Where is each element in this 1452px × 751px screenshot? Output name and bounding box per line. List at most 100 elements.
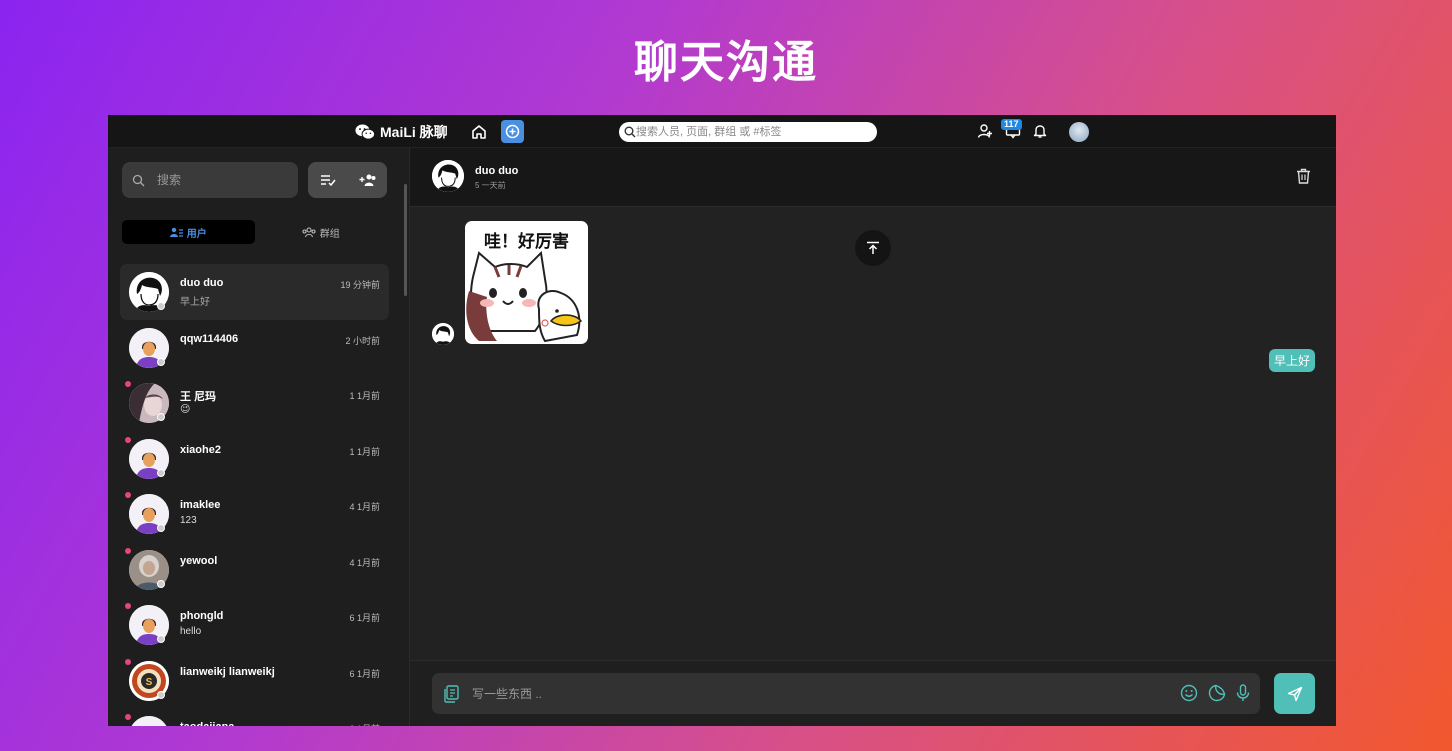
contact-list-item[interactable]: duo duo 早上好 19 分钟前 — [120, 264, 389, 320]
contacts-sidebar: 用户 群组 duo duo 早上好 19 分钟前 qqw114406 2 小时前王 尼玛… — [108, 148, 410, 726]
scroll-to-top-button[interactable] — [855, 230, 891, 266]
cat-sticker-image — [466, 250, 583, 343]
contact-last-message: 😉 — [180, 404, 191, 415]
presence-indicator — [157, 302, 165, 310]
contact-name: 王 尼玛 — [180, 391, 217, 403]
contact-name: phongld — [180, 610, 224, 622]
contact-last-time: 6 1月前 — [349, 668, 380, 679]
hero-title: 聊天沟通 — [634, 38, 818, 87]
contact-last-time: 4 1月前 — [349, 557, 380, 568]
unread-indicator — [125, 547, 131, 554]
tab-users[interactable]: 用户 — [122, 220, 255, 244]
sidebar-actions — [308, 162, 387, 198]
contact-search-input[interactable] — [157, 173, 277, 187]
chat-panel: duo duo 5 一天前 哇！好厉害 早上好 写一些东西 .. — [410, 148, 1336, 726]
contact-name: yewool — [180, 554, 218, 567]
contact-list: duo duo 早上好 19 分钟前 qqw114406 2 小时前王 尼玛 😉 1 1月前… — [120, 264, 389, 726]
contact-list-item[interactable]: Slianweikj lianweikj 6 1月前 — [120, 653, 389, 709]
emoji-icon[interactable] — [1180, 684, 1198, 702]
mark-all-read-icon[interactable] — [320, 173, 336, 187]
contact-last-time: 6 1月前 — [349, 722, 380, 726]
unread-indicator — [125, 658, 131, 665]
users-icon — [169, 227, 183, 237]
contact-list-item[interactable]: xiaohe2 1 1月前 — [120, 431, 389, 487]
contact-last-time: 6 1月前 — [349, 613, 380, 623]
presence-indicator — [157, 635, 165, 643]
global-search-input[interactable] — [636, 126, 866, 138]
contact-name: xiaohe2 — [180, 443, 221, 456]
plus-circle-icon — [505, 124, 520, 139]
groups-icon — [302, 226, 316, 237]
arrow-up-to-line-icon — [867, 241, 879, 254]
chat-contact-name: duo duo — [475, 165, 519, 177]
tab-groups-label: 群组 — [319, 228, 340, 240]
contact-last-time: 1 1月前 — [349, 446, 380, 457]
tab-groups[interactable]: 群组 — [255, 220, 388, 244]
microphone-icon[interactable] — [1236, 684, 1250, 702]
contact-avatar[interactable] — [432, 160, 464, 192]
unread-indicator — [125, 603, 131, 609]
presence-indicator — [157, 690, 165, 699]
composer-area — [410, 660, 1336, 726]
trash-icon[interactable] — [1296, 168, 1311, 184]
search-icon — [132, 174, 145, 186]
contact-list-item[interactable]: taodaiiana 6 1月前 — [120, 708, 389, 726]
create-button[interactable] — [501, 120, 524, 143]
contact-search[interactable] — [122, 162, 298, 198]
unread-indicator — [125, 714, 131, 720]
add-friend-icon[interactable] — [977, 123, 993, 139]
sidebar-scrollbar[interactable] — [404, 184, 407, 296]
presence-indicator — [157, 357, 165, 366]
attachment-document-icon[interactable] — [444, 684, 460, 703]
composer-tools — [1180, 684, 1250, 702]
presence-indicator — [157, 413, 165, 421]
contact-name: taodaiiana — [180, 721, 234, 726]
contact-last-message: hello — [180, 626, 202, 637]
unread-indicator — [125, 492, 131, 498]
contact-last-message: 123 — [180, 515, 197, 526]
message-input[interactable] — [472, 686, 1152, 701]
svg-text:S: S — [146, 677, 153, 688]
chat-header: duo duo 5 一天前 — [410, 148, 1336, 207]
bell-icon[interactable] — [1032, 123, 1048, 139]
brand-logo[interactable]: MaiLi 脉聊 — [355, 122, 448, 142]
contact-list-item[interactable]: imaklee 123 4 1月前 — [120, 486, 389, 542]
contact-avatar — [129, 716, 169, 726]
chat-contact-status: 5 一天前 — [475, 181, 506, 190]
sketch-avatar-image — [432, 323, 454, 345]
contact-name: lianweikj lianweikj — [180, 665, 275, 678]
contact-last-time: 2 小时前 — [345, 335, 380, 346]
user-avatar[interactable] — [1069, 122, 1089, 142]
top-navbar: MaiLi 脉聊 117 — [108, 115, 1336, 148]
contact-list-item[interactable]: qqw114406 2 小时前 — [120, 320, 389, 376]
search-icon — [624, 126, 636, 138]
contact-list-item[interactable]: phongld hello 6 1月前 — [120, 597, 389, 653]
global-search[interactable] — [619, 122, 877, 142]
message-sender-avatar[interactable] — [432, 323, 454, 345]
presence-indicator — [157, 468, 165, 477]
presence-indicator — [157, 579, 165, 588]
message-composer — [432, 673, 1260, 714]
sticker-message[interactable]: 哇！好厉害 — [465, 221, 588, 344]
contact-type-tabs: 用户 群组 — [122, 220, 387, 244]
sticker-icon[interactable] — [1208, 684, 1226, 702]
add-group-icon[interactable] — [359, 173, 376, 187]
brand-name: MaiLi 脉聊 — [380, 124, 448, 140]
send-button[interactable] — [1274, 673, 1315, 714]
contact-last-time: 19 分钟前 — [340, 280, 380, 290]
contact-last-time: 1 1月前 — [349, 391, 380, 401]
contact-name: qqw114406 — [180, 332, 239, 345]
contact-name: duo duo — [180, 277, 224, 289]
tab-users-label: 用户 — [186, 228, 207, 240]
presence-indicator — [157, 524, 165, 532]
unread-indicator — [125, 436, 131, 443]
contact-list-item[interactable]: 王 尼玛 😉 1 1月前 — [120, 375, 389, 431]
messages-count-badge: 117 — [1001, 119, 1022, 130]
send-icon — [1287, 686, 1302, 701]
wechat-icon — [355, 124, 375, 140]
home-icon[interactable] — [470, 123, 488, 141]
contact-last-message: 早上好 — [180, 297, 210, 308]
unread-indicator — [125, 381, 131, 387]
contact-name: imaklee — [180, 499, 221, 511]
contact-list-item[interactable]: yewool 4 1月前 — [120, 542, 389, 598]
